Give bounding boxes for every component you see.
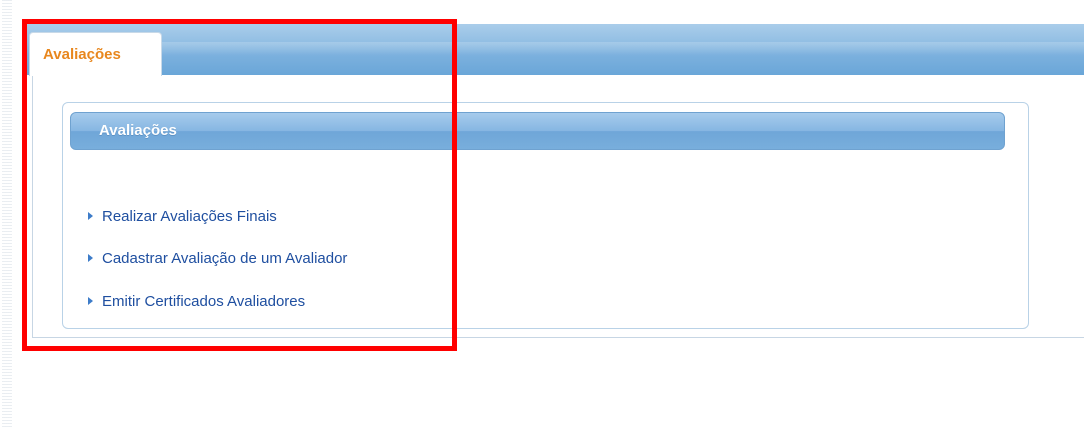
menu-item-label[interactable]: Emitir Certificados Avaliadores <box>102 293 305 310</box>
menu-item-cadastrar-avaliacao-avaliador[interactable]: Cadastrar Avaliação de um Avaliador <box>88 247 347 269</box>
tab-avaliacoes[interactable]: Avaliações <box>29 32 162 76</box>
tab-bar <box>22 24 1084 75</box>
menu-item-realizar-avaliacoes-finais[interactable]: Realizar Avaliações Finais <box>88 205 277 227</box>
tab-label: Avaliações <box>43 46 121 63</box>
left-edge-decoration <box>2 0 12 428</box>
menu-item-emitir-certificados-avaliadores[interactable]: Emitir Certificados Avaliadores <box>88 290 305 312</box>
menu-item-label[interactable]: Cadastrar Avaliação de um Avaliador <box>102 250 347 267</box>
triangle-right-icon <box>88 254 93 262</box>
section-title: Avaliações <box>99 122 177 139</box>
section-header: Avaliações <box>70 112 1005 150</box>
triangle-right-icon <box>88 212 93 220</box>
triangle-right-icon <box>88 297 93 305</box>
menu-item-label[interactable]: Realizar Avaliações Finais <box>102 208 277 225</box>
page: Avaliações Avaliações Realizar Avaliaçõe… <box>0 0 1084 428</box>
